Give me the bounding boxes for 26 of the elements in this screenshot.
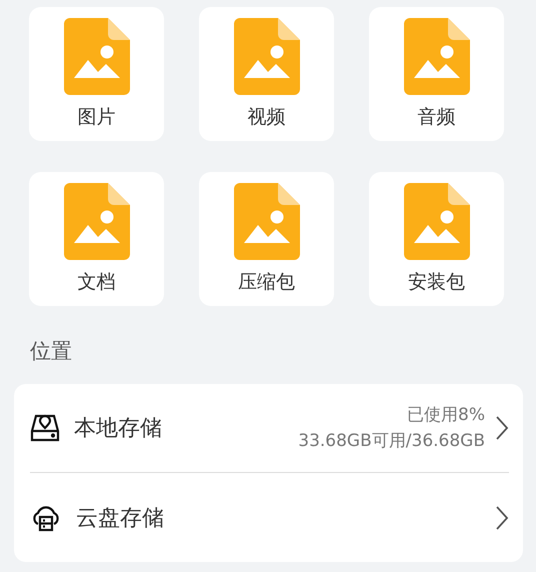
category-card[interactable]: 压缩包 <box>199 172 334 306</box>
hard-drive-icon <box>30 413 60 443</box>
category-card[interactable]: 视频 <box>199 7 334 141</box>
category-label: 压缩包 <box>238 270 295 294</box>
chevron-right-icon <box>495 506 509 530</box>
category-label: 视频 <box>248 105 286 129</box>
category-card[interactable]: 音频 <box>369 7 504 141</box>
capacity-text: 33.68GB可用/36.68GB <box>298 430 485 453</box>
section-title: 位置 <box>30 339 72 363</box>
category-label: 文档 <box>78 270 116 294</box>
image-file-icon <box>234 18 300 95</box>
image-file-icon <box>234 183 300 260</box>
category-label: 音频 <box>418 105 456 129</box>
usage-text: 已使用8% <box>407 404 485 427</box>
image-file-icon <box>64 183 130 260</box>
location-name[interactable]: 云盘存储 <box>76 502 495 532</box>
category-label: 安装包 <box>408 270 465 294</box>
category-card[interactable]: 图片 <box>29 7 164 141</box>
image-file-icon <box>404 183 470 260</box>
category-label: 图片 <box>78 105 116 129</box>
location-name[interactable]: 本地存储 <box>74 413 298 443</box>
image-file-icon <box>64 18 130 95</box>
chevron-right-icon <box>495 416 509 440</box>
category-card[interactable]: 安装包 <box>369 172 504 306</box>
category-card[interactable]: 文档 <box>29 172 164 306</box>
image-file-icon <box>404 18 470 95</box>
